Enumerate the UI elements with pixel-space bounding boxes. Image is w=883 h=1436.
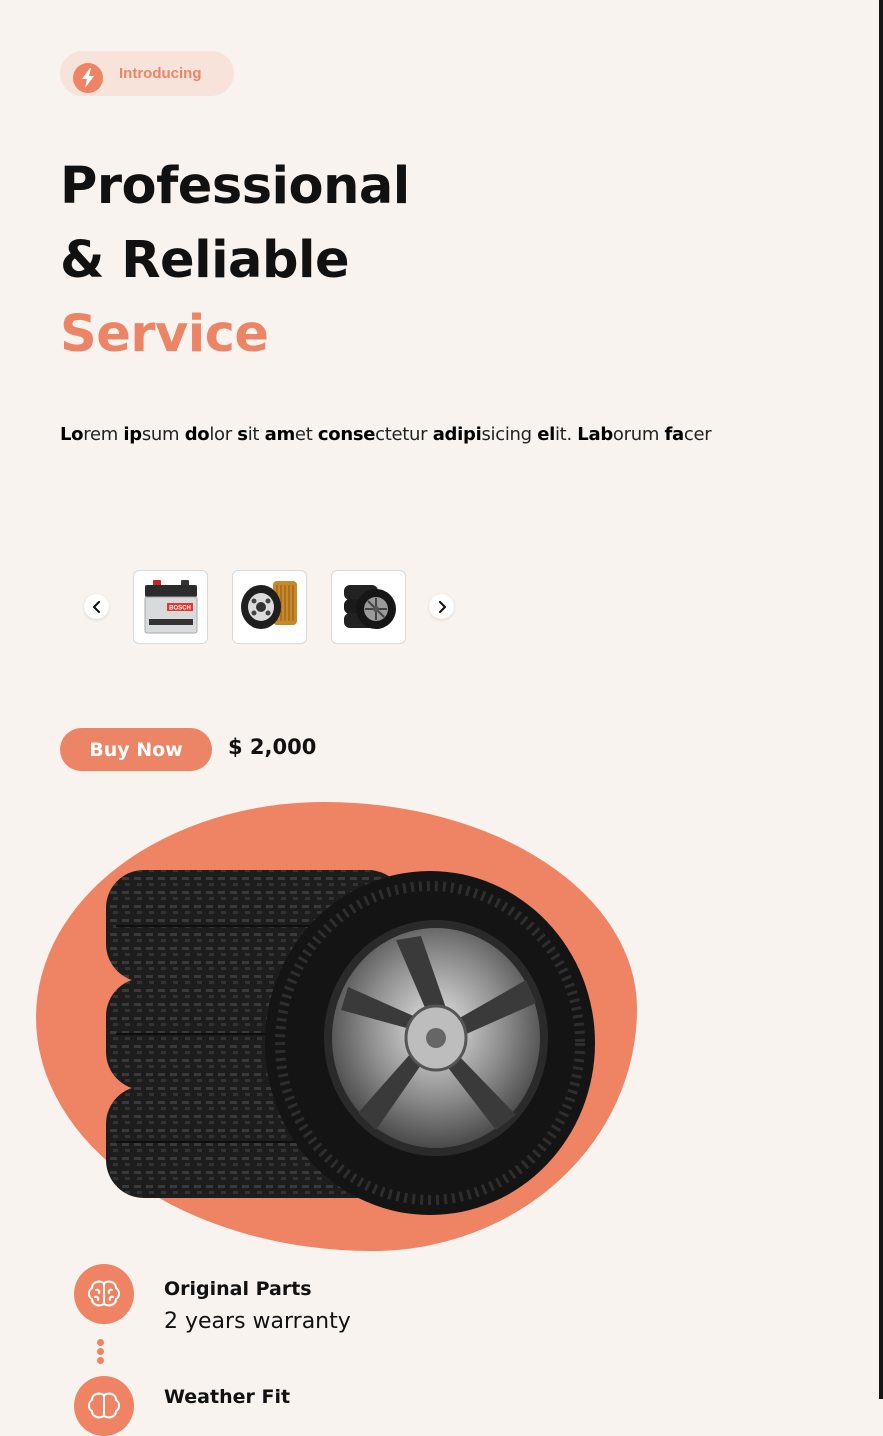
carousel-prev-button[interactable] — [84, 594, 109, 619]
brain-icon — [74, 1264, 134, 1324]
price-label: $ 2,000 — [228, 735, 317, 759]
headline-line-2: & Reliable — [60, 231, 350, 290]
svg-text:BOSCH: BOSCH — [169, 606, 191, 612]
headline-line-1: Professional — [60, 157, 410, 216]
chevron-left-icon — [92, 600, 100, 613]
car-battery-icon: BOSCH — [144, 580, 197, 634]
introducing-label: Introducing — [119, 65, 202, 82]
feature-connector-dots — [97, 1339, 104, 1366]
carousel-item-battery[interactable]: BOSCH — [133, 570, 208, 644]
feature-subtitle-warranty: 2 years warranty — [164, 1309, 351, 1334]
brain-icon — [74, 1376, 134, 1436]
page-right-border — [879, 0, 883, 1399]
chevron-right-icon — [438, 600, 446, 613]
buy-now-button[interactable]: Buy Now — [60, 728, 212, 771]
carousel-item-tires[interactable] — [331, 570, 406, 644]
oil-filter-icon — [240, 581, 297, 629]
headline-accent: Service — [60, 305, 269, 364]
description-text: Lorem ipsum dolor sit amet consectetur a… — [60, 424, 712, 445]
feature-title-original-parts: Original Parts — [164, 1278, 312, 1300]
carousel-next-button[interactable] — [429, 594, 454, 619]
hero-tires-image — [106, 870, 595, 1215]
lightning-icon — [73, 62, 103, 93]
tire-stack-icon — [343, 585, 396, 629]
introducing-badge: Introducing — [60, 51, 234, 96]
carousel-item-oil-filter[interactable] — [232, 570, 307, 644]
feature-title-weather-fit: Weather Fit — [164, 1386, 291, 1408]
page-headline: Professional & Reliable Service — [60, 150, 410, 372]
